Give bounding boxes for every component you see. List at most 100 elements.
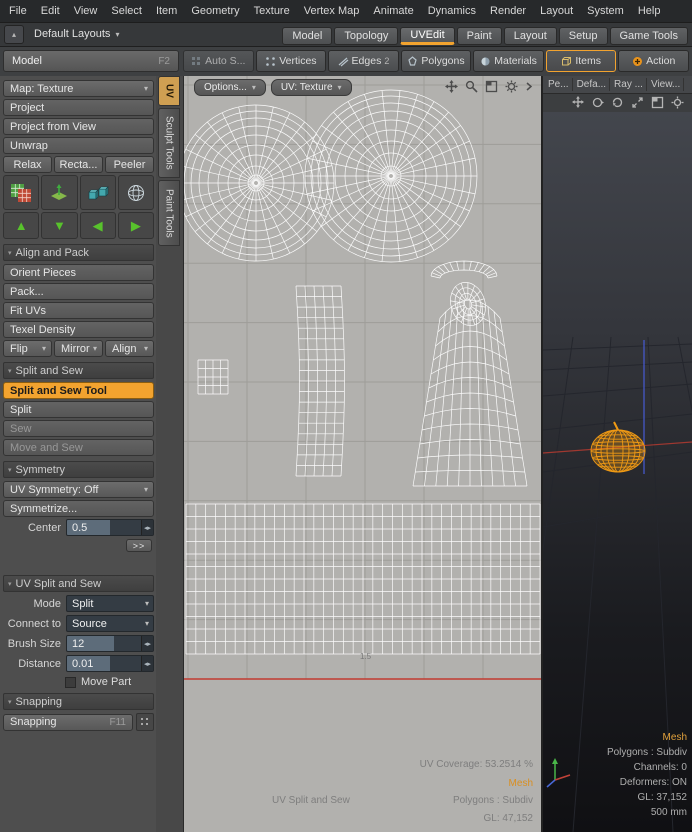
stepper-arrows-icon[interactable]: ◂▸	[141, 636, 153, 651]
layout-tab-game-tools[interactable]: Game Tools	[610, 27, 689, 45]
tab-auto-select[interactable]: Auto S...	[183, 50, 254, 72]
symmetrize-button[interactable]: Symmetrize...	[3, 500, 154, 517]
model-selector-button[interactable]: Model F2	[3, 50, 179, 72]
uv-symmetry-dropdown[interactable]: UV Symmetry: Off▾	[3, 481, 154, 498]
sew-button[interactable]: Sew	[3, 420, 154, 437]
frame-icon[interactable]	[651, 96, 664, 112]
menu-select[interactable]: Select	[104, 5, 149, 17]
viewport-tab-view[interactable]: View...	[648, 78, 684, 91]
tab-sculpt-tools[interactable]: Sculpt Tools	[158, 108, 180, 178]
move-part-checkbox-row[interactable]: Move Part	[3, 676, 154, 688]
stepper-arrows-icon[interactable]: ◂▸	[141, 656, 153, 671]
tab-materials[interactable]: Materials	[473, 50, 544, 72]
viewport-tab-default[interactable]: Defa...	[574, 78, 610, 91]
center-minislider[interactable]: 0.5 ◂▸	[66, 519, 154, 536]
stepper-arrows-icon[interactable]: ◂▸	[141, 520, 153, 535]
orbit-icon[interactable]	[591, 96, 604, 112]
pan-icon[interactable]	[572, 96, 584, 111]
snapping-header[interactable]: ▾Snapping	[3, 693, 154, 710]
viewport-tab-perspective[interactable]: Pe...	[545, 78, 573, 91]
menu-geometry[interactable]: Geometry	[184, 5, 246, 17]
move-left-button[interactable]: ◀	[80, 212, 116, 239]
menu-layout[interactable]: Layout	[533, 5, 580, 17]
peeler-button[interactable]: Peeler	[105, 156, 154, 173]
tab-polygons[interactable]: Polygons	[401, 50, 472, 72]
split-and-sew-tool-button[interactable]: Split and Sew Tool	[3, 382, 154, 399]
rectangle-button[interactable]: Recta...	[54, 156, 103, 173]
more-icon[interactable]	[525, 80, 533, 96]
perspective-3d-scene[interactable]: Mesh Polygons : Subdiv Channels: 0 Defor…	[543, 112, 692, 832]
more-options-button[interactable]: >>	[126, 539, 152, 552]
gear-icon[interactable]	[505, 80, 518, 96]
snapping-options-icon[interactable]	[136, 713, 154, 731]
move-right-button[interactable]: ▶	[118, 212, 154, 239]
menu-help[interactable]: Help	[631, 5, 668, 17]
fit-uvs-button[interactable]: Fit UVs	[3, 302, 154, 319]
expand-icon[interactable]	[631, 96, 644, 112]
brush-size-minislider[interactable]: 12 ◂▸	[66, 635, 154, 652]
pan-icon[interactable]	[445, 80, 458, 96]
flip-dropdown[interactable]: Flip▾	[3, 340, 52, 357]
options-button[interactable]: Options... ▾	[194, 79, 266, 96]
tab-vertices[interactable]: Vertices	[256, 50, 327, 72]
symmetry-header[interactable]: ▾Symmetry	[3, 461, 154, 478]
pack-button[interactable]: Pack...	[3, 283, 154, 300]
uv-map-icon-button[interactable]	[3, 175, 39, 210]
menu-view[interactable]: View	[67, 5, 105, 17]
menu-file[interactable]: File	[2, 5, 34, 17]
zoom-icon[interactable]	[465, 80, 478, 96]
project-button[interactable]: Project	[3, 99, 154, 116]
tab-uv[interactable]: UV	[158, 76, 180, 106]
mode-dropdown[interactable]: Split ▾	[66, 595, 154, 612]
snapping-button[interactable]: Snapping F11	[3, 714, 133, 731]
orient-pieces-button[interactable]: Orient Pieces	[3, 264, 154, 281]
split-button[interactable]: Split	[3, 401, 154, 418]
relax-button[interactable]: Relax	[3, 156, 52, 173]
menu-render[interactable]: Render	[483, 5, 533, 17]
unwrap-button[interactable]: Unwrap	[3, 137, 154, 154]
roll-icon[interactable]	[611, 96, 624, 112]
menu-item[interactable]: Item	[149, 5, 184, 17]
move-down-button[interactable]: ▼	[41, 212, 77, 239]
menu-vertex-map[interactable]: Vertex Map	[297, 5, 367, 17]
layout-tab-uvedit[interactable]: UVEdit	[400, 27, 454, 45]
move-and-sew-button[interactable]: Move and Sew	[3, 439, 154, 456]
boxes-icon-button[interactable]	[80, 175, 116, 210]
uv-editor-viewport[interactable]: Options... ▾ UV: Texture ▾ 1.5 UV Covera…	[183, 76, 541, 832]
tab-paint-tools[interactable]: Paint Tools	[158, 180, 180, 246]
gear-icon[interactable]	[671, 96, 684, 112]
layout-tab-setup[interactable]: Setup	[559, 27, 608, 45]
tab-edges[interactable]: Edges 2	[328, 50, 399, 72]
tab-action[interactable]: Action	[618, 50, 689, 72]
align-pack-header[interactable]: ▾Align and Pack	[3, 244, 154, 261]
menu-dynamics[interactable]: Dynamics	[421, 5, 483, 17]
menu-system[interactable]: System	[580, 5, 631, 17]
uv-texture-dropdown[interactable]: UV: Texture ▾	[271, 79, 352, 96]
uv-canvas-svg[interactable]	[184, 76, 541, 832]
move-part-checkbox[interactable]	[65, 677, 76, 688]
texel-density-button[interactable]: Texel Density	[3, 321, 154, 338]
map-selector-dropdown[interactable]: Map: Texture ▾	[3, 80, 154, 97]
viewport-scene-svg[interactable]	[543, 112, 692, 832]
layout-tab-topology[interactable]: Topology	[334, 27, 398, 45]
frame-icon[interactable]	[485, 80, 498, 96]
menu-animate[interactable]: Animate	[366, 5, 420, 17]
uv-split-sew-header[interactable]: ▾UV Split and Sew	[3, 575, 154, 592]
default-layouts-dropdown[interactable]: Default Layouts ▾	[30, 28, 123, 40]
project-from-view-button[interactable]: Project from View	[3, 118, 154, 135]
sphere-icon-button[interactable]	[118, 175, 154, 210]
distance-minislider[interactable]: 0.01 ◂▸	[66, 655, 154, 672]
connect-to-dropdown[interactable]: Source ▾	[66, 615, 154, 632]
align-dropdown[interactable]: Align▾	[105, 340, 154, 357]
project-axis-icon-button[interactable]	[41, 175, 77, 210]
tab-items[interactable]: Items	[546, 50, 617, 72]
layout-tab-layout[interactable]: Layout	[504, 27, 557, 45]
layout-tab-paint[interactable]: Paint	[457, 27, 502, 45]
mirror-dropdown[interactable]: Mirror▾	[54, 340, 103, 357]
layout-up-icon[interactable]: ▴	[4, 25, 24, 44]
menu-edit[interactable]: Edit	[34, 5, 67, 17]
menu-texture[interactable]: Texture	[247, 5, 297, 17]
layout-tab-model[interactable]: Model	[282, 27, 332, 45]
viewport-tab-ray[interactable]: Ray ...	[611, 78, 647, 91]
split-sew-header[interactable]: ▾Split and Sew	[3, 362, 154, 379]
